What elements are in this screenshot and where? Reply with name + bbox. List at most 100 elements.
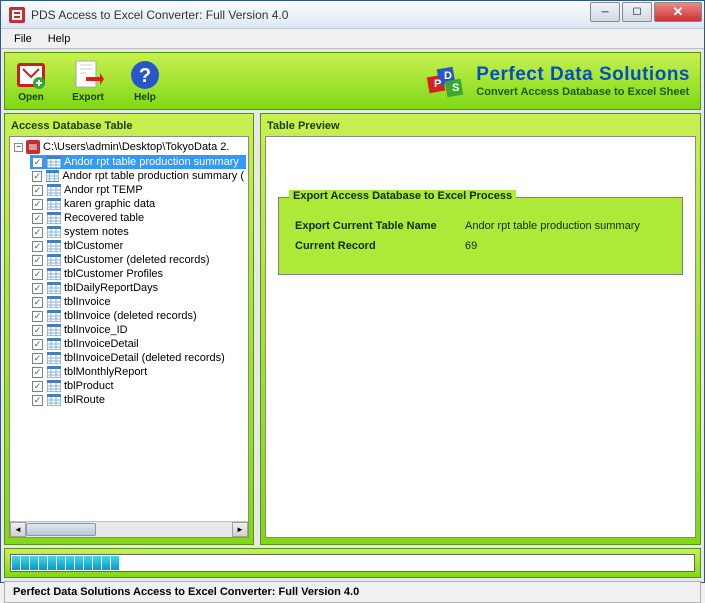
close-button[interactable]: ✕ xyxy=(654,2,702,22)
table-icon xyxy=(47,268,61,280)
tree-item-label: Recovered table xyxy=(64,212,144,224)
app-icon xyxy=(9,7,25,23)
database-icon xyxy=(26,140,40,154)
export-legend: Export Access Database to Excel Process xyxy=(289,190,516,202)
checkbox-icon[interactable] xyxy=(32,255,43,266)
tree-item-label: tblMonthlyReport xyxy=(64,366,147,378)
table-icon xyxy=(46,170,59,182)
tree-item[interactable]: tblInvoice (deleted records) xyxy=(30,309,246,323)
checkbox-icon[interactable] xyxy=(32,213,43,224)
tree-item-label: karen graphic data xyxy=(64,198,155,210)
tree-item[interactable]: tblCustomer (deleted records) xyxy=(30,253,246,267)
tree-item-label: tblCustomer (deleted records) xyxy=(64,254,210,266)
tree-item-label: system notes xyxy=(64,226,129,238)
tree-item-label: tblInvoice (deleted records) xyxy=(64,310,197,322)
checkbox-icon[interactable] xyxy=(32,171,42,182)
tree-item[interactable]: tblProduct xyxy=(30,379,246,393)
scroll-left-button[interactable]: ◄ xyxy=(10,522,26,537)
help-button[interactable]: ? Help xyxy=(129,59,161,103)
export-button[interactable]: Export xyxy=(72,59,104,103)
toolbar: Open Export ? Help PDS Perfect Data Solu… xyxy=(4,52,701,110)
checkbox-icon[interactable] xyxy=(32,227,43,238)
checkbox-icon[interactable] xyxy=(32,339,43,350)
progress-segment xyxy=(102,556,110,570)
table-icon xyxy=(47,282,61,294)
table-tree[interactable]: − C:\Users\admin\Desktop\TokyoData 2. An… xyxy=(10,137,248,409)
progress-segment xyxy=(39,556,47,570)
horizontal-scrollbar[interactable]: ◄ ► xyxy=(10,521,248,537)
tree-item[interactable]: Andor rpt TEMP xyxy=(30,183,246,197)
tree-container: − C:\Users\admin\Desktop\TokyoData 2. An… xyxy=(9,136,249,538)
menu-file[interactable]: File xyxy=(6,31,40,47)
export-icon xyxy=(72,59,104,91)
scroll-right-button[interactable]: ► xyxy=(232,522,248,537)
tree-item[interactable]: Andor rpt table production summary ( xyxy=(30,169,246,183)
minimize-button[interactable]: ─ xyxy=(590,2,620,22)
table-icon xyxy=(47,240,61,252)
tree-item[interactable]: system notes xyxy=(30,225,246,239)
progress-segment xyxy=(12,556,20,570)
open-label: Open xyxy=(18,92,44,103)
checkbox-icon[interactable] xyxy=(32,325,43,336)
table-icon xyxy=(47,338,61,350)
checkbox-icon[interactable] xyxy=(32,381,43,392)
tree-item-label: Andor rpt table production summary ( xyxy=(62,170,244,182)
collapse-icon[interactable]: − xyxy=(14,143,23,152)
tree-item[interactable]: karen graphic data xyxy=(30,197,246,211)
table-icon xyxy=(47,296,61,308)
maximize-button[interactable]: ☐ xyxy=(622,2,652,22)
svg-text:?: ? xyxy=(139,65,151,87)
brand-sub: Convert Access Database to Excel Sheet xyxy=(476,86,690,98)
checkbox-icon[interactable] xyxy=(32,395,43,406)
table-icon xyxy=(47,394,61,406)
tree-item[interactable]: tblMonthlyReport xyxy=(30,365,246,379)
tree-item[interactable]: tblDailyReportDays xyxy=(30,281,246,295)
checkbox-icon[interactable] xyxy=(32,241,43,252)
tree-item-label: tblProduct xyxy=(64,380,114,392)
checkbox-icon[interactable] xyxy=(32,269,43,280)
brand-name: Perfect Data Solutions xyxy=(476,64,690,86)
checkbox-icon[interactable] xyxy=(32,283,43,294)
svg-text:P: P xyxy=(434,78,441,90)
checkbox-icon[interactable] xyxy=(32,157,43,168)
open-icon xyxy=(15,59,47,91)
tree-item[interactable]: Recovered table xyxy=(30,211,246,225)
tree-item-label: tblCustomer Profiles xyxy=(64,268,163,280)
scroll-thumb[interactable] xyxy=(26,523,96,536)
preview-container: Export Access Database to Excel Process … xyxy=(265,136,696,538)
tree-item[interactable]: tblInvoice xyxy=(30,295,246,309)
progress-segment xyxy=(111,556,119,570)
scroll-track[interactable] xyxy=(26,522,232,537)
table-icon xyxy=(47,310,61,322)
brand-logo-icon: PDS xyxy=(424,60,466,102)
right-panel-title: Table Preview xyxy=(265,118,696,136)
checkbox-icon[interactable] xyxy=(32,199,43,210)
tree-item[interactable]: tblCustomer Profiles xyxy=(30,267,246,281)
main-area: Access Database Table − C:\Users\admin\D… xyxy=(4,113,701,545)
menu-help[interactable]: Help xyxy=(40,31,79,47)
tree-item[interactable]: tblRoute xyxy=(30,393,246,407)
checkbox-icon[interactable] xyxy=(32,185,43,196)
table-icon xyxy=(47,380,61,392)
checkbox-icon[interactable] xyxy=(32,367,43,378)
tree-item-label: tblInvoice xyxy=(64,296,110,308)
window-title: PDS Access to Excel Converter: Full Vers… xyxy=(31,8,590,22)
checkbox-icon[interactable] xyxy=(32,297,43,308)
status-bar: Perfect Data Solutions Access to Excel C… xyxy=(4,581,701,603)
tree-item[interactable]: tblInvoiceDetail xyxy=(30,337,246,351)
tree-item-label: tblDailyReportDays xyxy=(64,282,158,294)
tree-item[interactable]: tblInvoice_ID xyxy=(30,323,246,337)
tree-item-label: tblInvoiceDetail (deleted records) xyxy=(64,352,225,364)
tree-item-label: tblInvoiceDetail xyxy=(64,338,139,350)
tree-item[interactable]: tblCustomer xyxy=(30,239,246,253)
tree-item-label: Andor rpt table production summary xyxy=(64,156,239,168)
tree-root[interactable]: − C:\Users\admin\Desktop\TokyoData 2. xyxy=(12,139,246,155)
checkbox-icon[interactable] xyxy=(32,353,43,364)
open-button[interactable]: Open xyxy=(15,59,47,103)
svg-text:D: D xyxy=(444,70,452,82)
checkbox-icon[interactable] xyxy=(32,311,43,322)
tree-item[interactable]: tblInvoiceDetail (deleted records) xyxy=(30,351,246,365)
tree-item[interactable]: Andor rpt table production summary xyxy=(30,155,246,169)
progress-segment xyxy=(66,556,74,570)
svg-text:S: S xyxy=(452,82,459,94)
